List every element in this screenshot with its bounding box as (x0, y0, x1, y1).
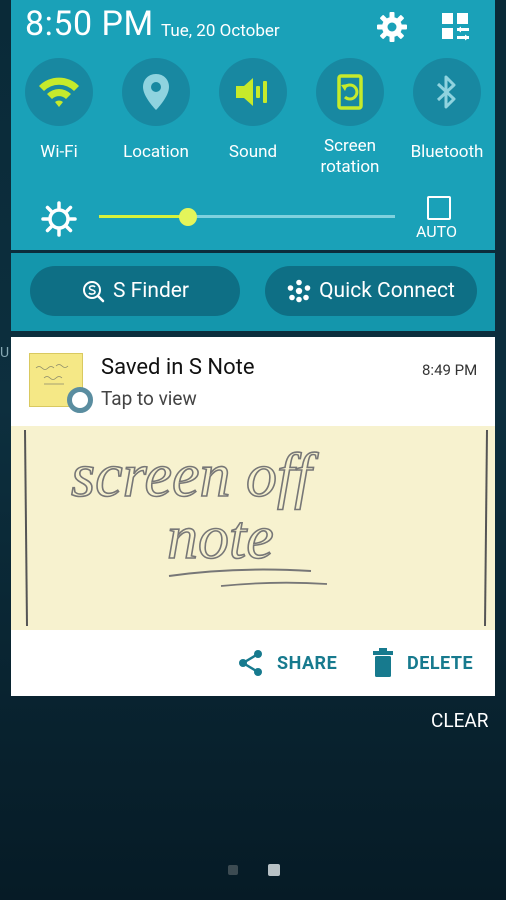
page-indicator-dot-active (268, 864, 280, 876)
handwriting-line-2: note (167, 504, 274, 572)
notification-card[interactable]: Saved in S Note Tap to view 8:49 PM scre… (11, 337, 495, 696)
finder-connect-bar: S Finder Quick Connect (11, 253, 495, 331)
brightness-thumb[interactable] (178, 208, 197, 226)
quick-connect-button[interactable]: Quick Connect (265, 266, 477, 316)
auto-brightness-checkbox[interactable] (427, 196, 451, 220)
clock-time: 8:50 PM (25, 4, 154, 44)
brightness-slider[interactable] (99, 215, 395, 218)
gear-icon[interactable] (375, 10, 409, 44)
note-badge-icon (67, 387, 93, 413)
share-icon (239, 650, 262, 676)
sound-icon (219, 58, 287, 126)
rotation-icon (316, 58, 384, 126)
toggle-label: Screen rotation (320, 136, 380, 177)
quick-connect-icon (287, 279, 311, 303)
brightness-row: AUTO (11, 192, 495, 248)
share-label: SHARE (277, 652, 338, 674)
edit-grid-icon[interactable] (439, 10, 473, 44)
s-finder-icon (82, 281, 105, 303)
brightness-fill (99, 215, 188, 218)
toggle-location[interactable]: Location (108, 58, 204, 163)
toggle-sound[interactable]: Sound (205, 58, 301, 163)
toggle-screen-rotation[interactable]: Screen rotation (302, 58, 398, 178)
clock-date: Tue, 20 October (161, 21, 280, 41)
location-icon (122, 58, 190, 126)
trash-icon (373, 648, 393, 677)
quick-settings-panel: 8:50 PM Tue, 20 October Wi-Fi Location S… (11, 0, 495, 250)
notification-subtitle: Tap to view (101, 387, 197, 410)
toggle-wifi[interactable]: Wi-Fi (11, 58, 107, 163)
toggle-bluetooth[interactable]: Bluetooth (399, 58, 495, 163)
wifi-icon (25, 58, 93, 126)
delete-label: DELETE (407, 652, 474, 674)
note-preview[interactable]: screen off note (11, 426, 495, 630)
notification-actions: SHARE DELETE (11, 637, 495, 689)
share-button[interactable]: SHARE (237, 645, 337, 681)
handwriting-line-1: screen off (71, 442, 319, 510)
quick-toggles: Wi-Fi Location Sound Screen rotation Blu… (11, 58, 495, 188)
notification-title: Saved in S Note (101, 355, 255, 380)
s-finder-button[interactable]: S Finder (30, 266, 240, 316)
auto-brightness-label: AUTO (416, 222, 458, 241)
brightness-sun-icon (41, 201, 77, 237)
clear-button[interactable]: CLEAR (431, 709, 489, 732)
page-indicator-dot (228, 865, 238, 875)
toggle-label: Bluetooth (410, 142, 484, 162)
notification-time: 8:49 PM (422, 361, 478, 379)
toggle-label: Location (123, 142, 189, 162)
toggle-label: Wi-Fi (40, 142, 78, 162)
quick-connect-label: Quick Connect (319, 279, 455, 303)
edge-text: U (0, 345, 10, 361)
s-finder-label: S Finder (112, 279, 190, 303)
bluetooth-icon (413, 58, 481, 126)
toggle-label: Sound (228, 142, 278, 162)
delete-button[interactable]: DELETE (371, 645, 473, 681)
